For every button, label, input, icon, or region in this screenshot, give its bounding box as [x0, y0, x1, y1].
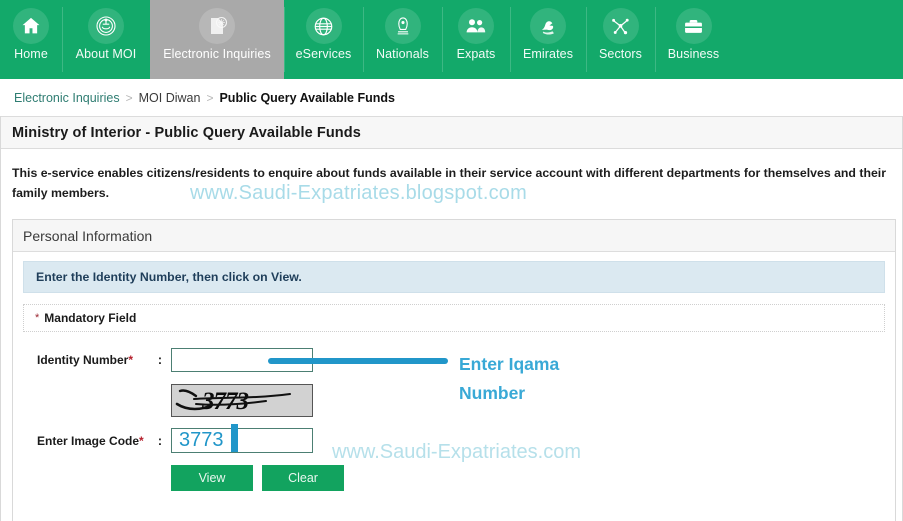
required-asterisk-icon: * [128, 353, 134, 367]
identity-number-label-text: Identity Number [37, 353, 129, 367]
identity-number-row: Identity Number* : [23, 348, 885, 372]
nav-item-eservices[interactable]: eServices [284, 0, 363, 79]
network-icon [602, 8, 639, 44]
button-spacer [23, 465, 171, 491]
breadcrumb-separator: > [206, 90, 214, 105]
nav-label-electronic-inquiries: Electronic Inquiries [163, 47, 271, 61]
nav-label-emirates: Emirates [522, 47, 574, 61]
identity-number-input[interactable] [171, 348, 313, 372]
watermark-top: www.Saudi-Expatriates.blogspot.com [190, 182, 527, 204]
image-code-colon: : [157, 433, 163, 448]
people-icon [458, 8, 494, 44]
nav-label-about-moi: About MOI [75, 47, 137, 61]
emirates-icon [530, 8, 566, 44]
mandatory-field-note: * Mandatory Field [23, 304, 885, 332]
nav-label-expats: Expats [456, 47, 496, 61]
nav-label-sectors: Sectors [598, 47, 643, 61]
nav-item-electronic-inquiries[interactable]: Electronic Inquiries [150, 0, 284, 79]
nav-item-business[interactable]: Business [655, 0, 732, 79]
info-banner-text: Enter the Identity Number, then click on… [36, 270, 302, 284]
page-root: Home About MOI Electronic Inquiries eSer… [0, 0, 903, 521]
page-left-edge [0, 116, 1, 521]
personal-information-panel: Personal Information Enter the Identity … [12, 219, 896, 521]
home-icon [13, 8, 49, 44]
captcha-image: 3773 [171, 384, 313, 417]
breadcrumb-item-electronic-inquiries[interactable]: Electronic Inquiries [14, 91, 120, 105]
required-asterisk-icon: * [139, 433, 144, 448]
breadcrumb-current-page: Public Query Available Funds [219, 90, 395, 105]
globe-icon [305, 8, 342, 44]
nav-item-emirates[interactable]: Emirates [510, 0, 586, 79]
nav-label-nationals: Nationals [375, 47, 429, 61]
nav-filler [732, 0, 903, 79]
image-code-label: Enter Image Code* [23, 434, 149, 448]
panel-body: Enter the Identity Number, then click on… [13, 252, 895, 491]
breadcrumb: Electronic Inquiries > MOI Diwan > Publi… [0, 79, 903, 116]
nav-item-nationals[interactable]: Nationals [363, 0, 442, 79]
svg-text:3773: 3773 [201, 388, 249, 415]
page-title: Ministry of Interior - Public Query Avai… [12, 124, 361, 141]
view-button[interactable]: View [171, 465, 253, 491]
breadcrumb-separator: > [125, 90, 133, 105]
captcha-row: 3773 [23, 384, 885, 417]
identity-number-colon: : [157, 353, 163, 367]
main-navigation: Home About MOI Electronic Inquiries eSer… [0, 0, 903, 79]
panel-heading: Personal Information [23, 227, 153, 244]
form-button-row: View Clear [23, 465, 885, 491]
image-code-label-text: Enter Image Code [37, 433, 140, 448]
inquiry-icon [199, 8, 235, 44]
nav-item-about-moi[interactable]: About MOI [62, 0, 150, 79]
breadcrumb-item-moi-diwan[interactable]: MOI Diwan [139, 91, 201, 105]
nav-label-eservices: eServices [295, 47, 352, 61]
nav-item-sectors[interactable]: Sectors [586, 0, 655, 79]
clear-button[interactable]: Clear [262, 465, 344, 491]
image-code-input[interactable] [171, 428, 313, 453]
captcha-spacer [23, 384, 171, 417]
info-banner: Enter the Identity Number, then click on… [23, 261, 885, 293]
briefcase-icon [675, 8, 712, 44]
page-title-bar: Ministry of Interior - Public Query Avai… [1, 116, 902, 149]
identity-number-label: Identity Number* [23, 353, 149, 367]
emblem-icon [88, 8, 124, 44]
panel-header: Personal Information [13, 220, 895, 252]
nav-item-home[interactable]: Home [0, 0, 62, 79]
mandatory-field-label: Mandatory Field [44, 311, 137, 325]
national-icon [384, 8, 421, 44]
nav-label-home: Home [14, 47, 48, 61]
image-code-row: Enter Image Code* : [23, 428, 885, 453]
asterisk-icon: * [35, 312, 40, 324]
nav-label-business: Business [667, 47, 720, 61]
nav-item-expats[interactable]: Expats [442, 0, 510, 79]
